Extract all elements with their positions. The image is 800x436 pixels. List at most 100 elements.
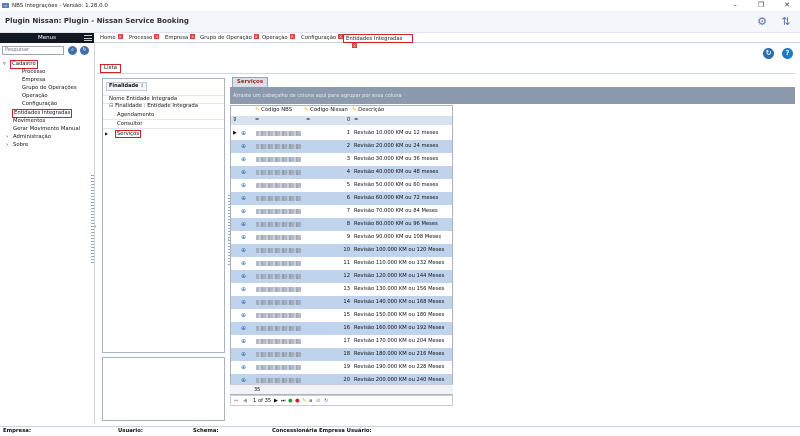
minimize-icon[interactable]: – — [722, 0, 748, 11]
table-row[interactable]: ⊕ 9 Revisão 90.000 KM ou 108 Meses — [231, 231, 452, 244]
table-row[interactable]: ⊕ 2 Revisão 20.000 KM ou 24 meses — [231, 140, 452, 153]
table-row[interactable]: ⊕ 7 Revisão 70.000 KM ou 84 Meses — [231, 205, 452, 218]
zoom-icon[interactable]: ⊕ — [241, 364, 246, 371]
tree-item-entidades-integradas[interactable]: Entidades Integradas — [12, 109, 73, 118]
close-icon[interactable]: ✕ — [774, 0, 800, 11]
refresh-icon[interactable]: ↻ — [80, 46, 89, 55]
filter-row[interactable]: ⊽ = = 0 = — [231, 116, 452, 125]
filter-operator-descricao[interactable]: = — [354, 116, 358, 125]
edit-icon[interactable]: ✎ — [302, 396, 306, 406]
tree-item-gerar-movimento-manual[interactable]: Gerar Movimento Manual — [13, 126, 80, 133]
zoom-icon[interactable]: ⊕ — [241, 325, 246, 332]
tab-processo[interactable]: Processo × — [127, 34, 160, 43]
table-row[interactable]: ▶ ⊕ 1 Revisão 10.000 KM ou 12 meses — [231, 127, 452, 140]
list-item[interactable]: Agendamento — [103, 112, 224, 120]
tree-item-empresa[interactable]: Empresa — [22, 77, 45, 84]
tab-home[interactable]: Home × — [98, 34, 123, 43]
group-by-area[interactable]: Arraste um cabeçalho de coluna aqui para… — [230, 87, 795, 104]
next-page-icon[interactable]: ▶ — [274, 396, 278, 406]
maximize-icon[interactable]: ❐ — [748, 0, 774, 11]
zoom-icon[interactable]: ⊕ — [241, 130, 246, 137]
collapse-left-icon[interactable]: ‹ — [93, 224, 98, 232]
delete-icon[interactable]: ● — [295, 396, 300, 406]
zoom-icon[interactable]: ⊕ — [241, 299, 246, 306]
help-icon[interactable]: ? — [782, 48, 793, 59]
tab-close-icon[interactable]: × — [117, 34, 123, 39]
tree-item-sobre[interactable]: Sobre — [13, 142, 28, 149]
zoom-icon[interactable]: ⊕ — [241, 260, 246, 267]
table-row[interactable]: ⊕ 16 Revisão 160.000 KM ou 192 Meses — [231, 322, 452, 335]
table-row[interactable]: ⊕ 3 Revisão 30.000 KM ou 36 meses — [231, 153, 452, 166]
prev-page-icon[interactable]: ◀ — [243, 396, 247, 406]
zoom-icon[interactable]: ⊕ — [241, 351, 246, 358]
zoom-icon[interactable]: ⊕ — [241, 156, 246, 163]
tab-close-icon[interactable]: × — [289, 34, 295, 39]
tree-expander-icon[interactable]: ▿ — [3, 61, 6, 68]
tree-item-configuracao[interactable]: Configuração — [22, 101, 57, 108]
search-icon[interactable]: ⌕ — [68, 46, 77, 55]
table-row[interactable]: ⊕ 19 Revisão 190.000 KM ou 228 Meses — [231, 361, 452, 374]
refresh-icon[interactable]: ↻ — [763, 48, 774, 59]
table-row[interactable]: ⊕ 17 Revisão 170.000 KM ou 204 Meses — [231, 335, 452, 348]
tab-entidades-integradas[interactable]: Entidades Integradas× — [343, 34, 413, 48]
zoom-icon[interactable]: ⊕ — [241, 169, 246, 176]
tab-close-icon[interactable]: × — [190, 34, 196, 39]
hamburger-icon[interactable] — [84, 35, 92, 41]
zoom-icon[interactable]: ⊕ — [241, 377, 246, 384]
collapse-icon[interactable]: ⊟ — [109, 103, 113, 109]
table-row[interactable]: ⊕ 13 Revisão 130.000 KM ou 156 Meses — [231, 283, 452, 296]
table-row[interactable]: ⊕ 12 Revisão 120.000 KM ou 144 Meses — [231, 270, 452, 283]
network-icon[interactable]: ⚙ — [755, 15, 769, 29]
tree-item-administracao[interactable]: Administração — [13, 134, 51, 141]
filter-operator-nissan[interactable]: = — [306, 116, 310, 125]
tree-expander-icon[interactable]: › — [6, 142, 8, 149]
tree-item-processo[interactable]: Processo — [22, 69, 45, 76]
table-row[interactable]: ⊕ 15 Revisão 150.000 KM ou 180 Meses — [231, 309, 452, 322]
column-header-descricao[interactable]: ✎ Descrição — [352, 106, 384, 115]
tree-item-grupo-de-operacoes[interactable]: Grupo de Operações — [22, 85, 77, 92]
table-row[interactable]: ⊕ 5 Revisão 50.000 KM ou 60 meses — [231, 179, 452, 192]
table-row[interactable]: ⊕ 10 Revisão 100.000 KM ou 120 Meses — [231, 244, 452, 257]
search-input[interactable]: Pesquisar — [2, 46, 64, 55]
zoom-icon[interactable]: ⊕ — [241, 312, 246, 319]
group-by-finalidade-chip[interactable]: Finalidade ⇕ — [106, 82, 148, 91]
tree-item-operacao[interactable]: Operação — [22, 93, 48, 100]
finalidade-group-row[interactable]: ⊟ Finalidade : Entidade Integrada — [103, 103, 224, 110]
filter-operator-nbs[interactable]: = — [255, 116, 259, 125]
zoom-icon[interactable]: ⊕ — [241, 221, 246, 228]
column-header-codigo-nbs[interactable]: ✎ Código NBS — [255, 106, 292, 115]
tree-item-cadastro[interactable]: Cadastro — [10, 60, 38, 69]
tab-close-icon[interactable]: × — [352, 43, 357, 48]
zoom-icon[interactable]: ⊕ — [241, 247, 246, 254]
tab-lista[interactable]: Lista — [100, 64, 121, 73]
zoom-icon[interactable]: ⊕ — [241, 143, 246, 150]
flow-icon[interactable]: ⇅ — [779, 15, 793, 29]
zoom-icon[interactable]: ⊕ — [241, 182, 246, 189]
zoom-icon[interactable]: ⊕ — [241, 195, 246, 202]
table-row[interactable]: ⊕ 14 Revisão 140.000 KM ou 168 Meses — [231, 296, 452, 309]
tab-close-icon[interactable]: × — [154, 34, 160, 39]
tab-operacao[interactable]: Operação × — [260, 34, 295, 43]
cancel-icon[interactable]: ⊘ — [316, 396, 320, 406]
first-page-icon[interactable]: ⏮ — [234, 396, 239, 406]
column-header-codigo-nissan[interactable]: ✎ Código Nissan — [304, 106, 348, 115]
tab-grupo-de-operacao[interactable]: Grupo de Operação × — [198, 34, 259, 43]
zoom-icon[interactable]: ⊕ — [241, 208, 246, 215]
tree-expander-icon[interactable]: › — [6, 134, 8, 141]
tab-configuracao[interactable]: Configuração × — [299, 34, 344, 43]
zoom-icon[interactable]: ⊕ — [241, 338, 246, 345]
tree-item-movimentos[interactable]: Movimentos — [13, 118, 45, 125]
add-icon[interactable]: ● — [288, 396, 293, 406]
last-page-icon[interactable]: ⏭ — [281, 396, 286, 406]
table-row[interactable]: ⊕ 8 Revisão 80.000 KM ou 96 Meses — [231, 218, 452, 231]
save-icon[interactable]: ▪ — [309, 396, 313, 406]
refresh-icon[interactable]: ↻ — [324, 396, 328, 406]
tab-close-icon[interactable]: × — [253, 34, 259, 39]
zoom-icon[interactable]: ⊕ — [241, 234, 246, 241]
table-row[interactable]: ⊕ 6 Revisão 60.000 KM ou 72 meses — [231, 192, 452, 205]
table-row[interactable]: ⊕ 18 Revisão 180.000 KM ou 216 Meses — [231, 348, 452, 361]
zoom-icon[interactable]: ⊕ — [241, 273, 246, 280]
menu-splitter-grip[interactable] — [91, 175, 94, 265]
list-item[interactable]: Consultor — [103, 121, 224, 129]
list-item-selected[interactable]: ▶ Serviços — [103, 130, 224, 138]
